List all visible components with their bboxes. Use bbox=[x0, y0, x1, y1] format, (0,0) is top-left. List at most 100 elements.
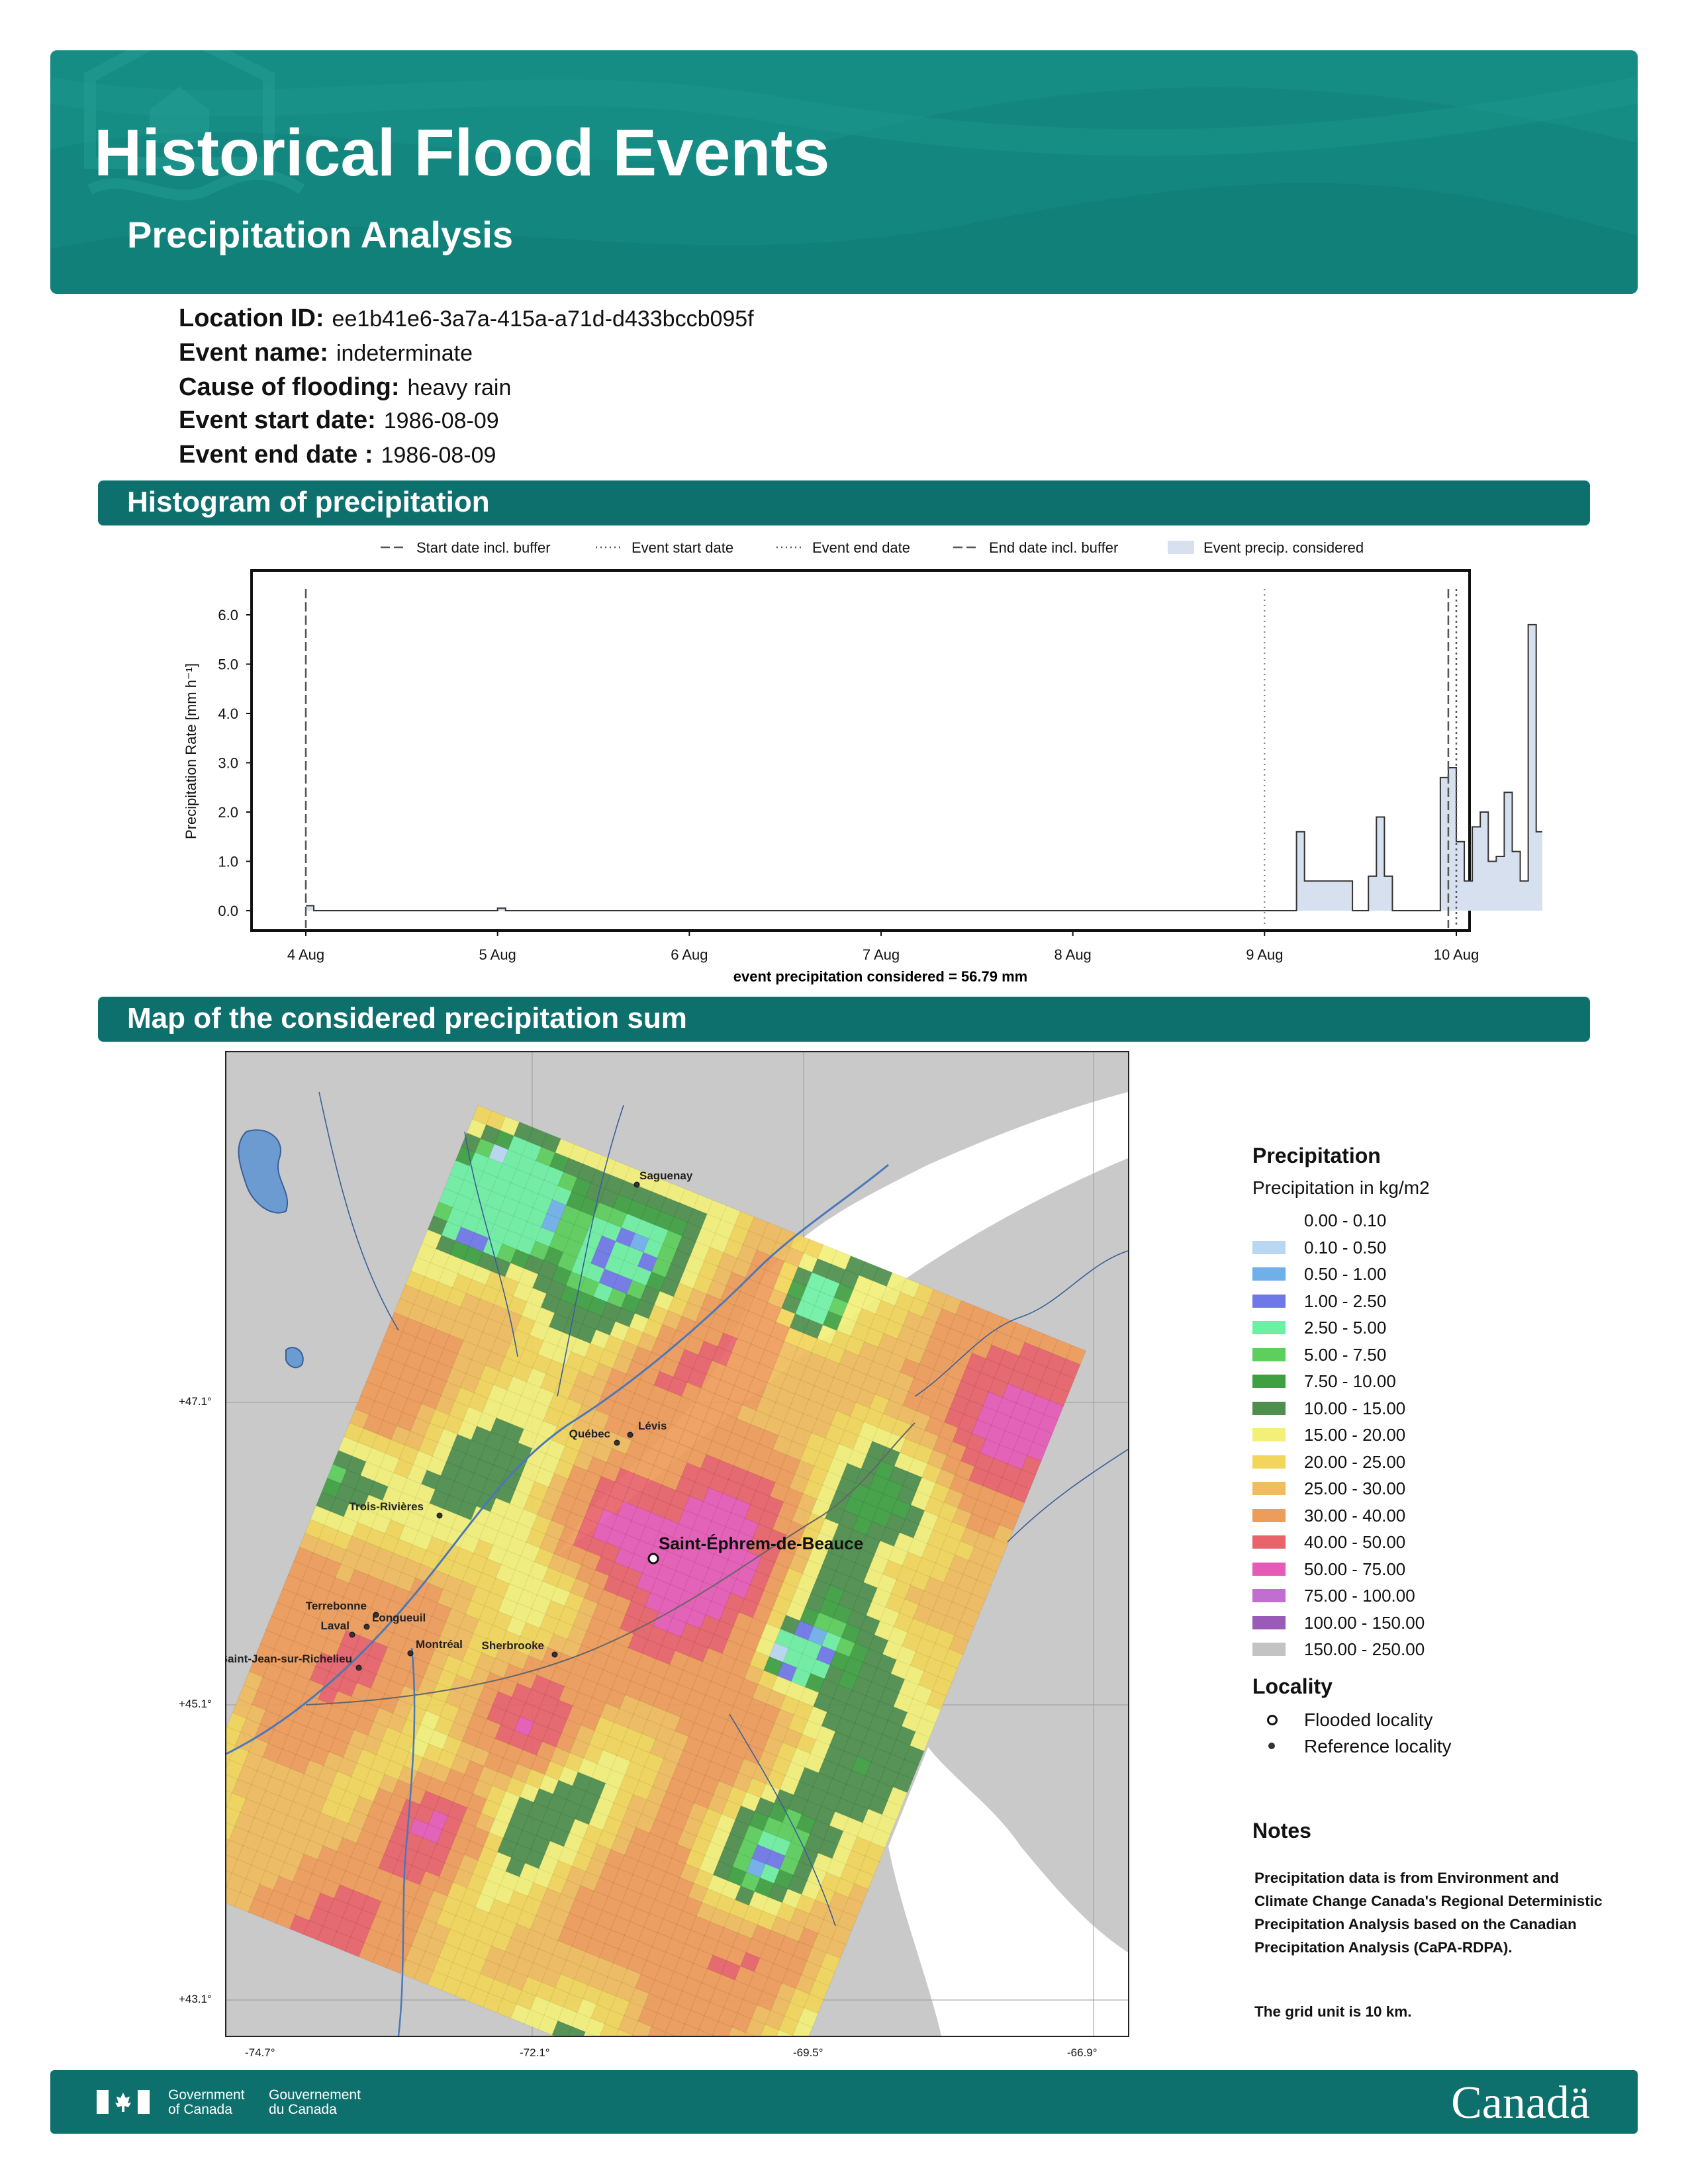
x-tick-label: 4 Aug bbox=[287, 946, 324, 963]
reference-locality-marker bbox=[627, 1432, 633, 1438]
city-label: Québec bbox=[569, 1428, 610, 1440]
city-label: Saint-Jean-sur-Richelieu bbox=[226, 1653, 352, 1665]
legend-swatch bbox=[1252, 1508, 1286, 1522]
y-axis-label: Precipitation Rate [mm h⁻¹] bbox=[183, 663, 199, 839]
legend-label: Event end date bbox=[812, 539, 910, 556]
info-value: indeterminate bbox=[336, 341, 473, 366]
notes-grid-text: The grid unit is 10 km. bbox=[1254, 2003, 1412, 2020]
legend-title: Precipitation bbox=[1252, 1144, 1381, 1167]
lake bbox=[238, 1129, 288, 1214]
legend-class-label: 0.50 - 1.00 bbox=[1304, 1264, 1387, 1284]
lake bbox=[285, 1347, 304, 1369]
x-tick-label: 7 Aug bbox=[863, 946, 900, 963]
legend-swatch bbox=[1252, 1321, 1286, 1334]
reference-locality-marker bbox=[407, 1650, 414, 1657]
legend-swatch bbox=[1252, 1482, 1286, 1495]
map-lon-label: -74.7° bbox=[245, 2046, 275, 2059]
x-tick-label: 10 Aug bbox=[1434, 946, 1479, 963]
city-label: Terrebonne bbox=[306, 1600, 367, 1612]
gouvernement-du-canada-label: Gouvernement du Canada bbox=[269, 2087, 361, 2117]
legend-class-row: 5.00 - 7.50 bbox=[1252, 1342, 1623, 1369]
info-cause: Cause of flooding: heavy rain bbox=[179, 373, 511, 402]
legend-swatch bbox=[1252, 1375, 1286, 1388]
bay-of-fundy-water bbox=[888, 1747, 1128, 2036]
legend-class-row: 150.00 - 250.00 bbox=[1252, 1637, 1623, 1664]
city-label: Saint-Éphrem-de-Beauce bbox=[659, 1533, 863, 1553]
section-title: Map of the considered precipitation sum bbox=[127, 1002, 687, 1034]
legend-swatch bbox=[1252, 1294, 1286, 1308]
legend-class-label: 7.50 - 10.00 bbox=[1304, 1371, 1396, 1391]
legend-class-row: 1.00 - 2.50 bbox=[1252, 1289, 1623, 1316]
info-value: heavy rain bbox=[407, 375, 512, 400]
y-tick-label: 3.0 bbox=[218, 755, 238, 772]
map-lat-label: +47.1° bbox=[179, 1395, 212, 1408]
locality-title: Locality bbox=[1252, 1674, 1333, 1698]
y-tick-label: 4.0 bbox=[218, 705, 238, 722]
info-key: Event name: bbox=[179, 339, 328, 367]
section-histogram-header: Histogram of precipitation bbox=[98, 480, 1590, 525]
legend-label: Start date incl. buffer bbox=[416, 539, 551, 556]
filled-dot-icon bbox=[1268, 1742, 1275, 1749]
section-map-header: Map of the considered precipitation sum bbox=[98, 997, 1590, 1042]
legend-class-label: 15.00 - 20.00 bbox=[1304, 1425, 1406, 1445]
precipitation-map: Saguenay Lévis Québec Trois-Rivières Saint-É… bbox=[225, 1051, 1129, 2037]
reference-locality-marker bbox=[349, 1631, 355, 1638]
section-title: Histogram of precipitation bbox=[127, 486, 490, 518]
info-value: 1986-08-09 bbox=[381, 443, 496, 468]
notes-text: Precipitation data is from Environment a… bbox=[1254, 1870, 1603, 1956]
legend-swatch bbox=[1252, 1615, 1286, 1629]
reference-locality-marker bbox=[614, 1439, 620, 1446]
map-legend: Precipitation Precipitation in kg/m2 0.0… bbox=[1252, 1144, 1623, 1761]
y-tick-label: 1.0 bbox=[218, 854, 238, 870]
map-lon-label: -66.9° bbox=[1067, 2046, 1098, 2059]
y-tick-label: 2.0 bbox=[218, 804, 238, 821]
legend-class-label: 100.00 - 150.00 bbox=[1304, 1612, 1425, 1633]
map-lon-label: -69.5° bbox=[793, 2046, 823, 2059]
legend-swatch bbox=[1252, 1455, 1286, 1469]
legend-class-label: 0.00 - 0.10 bbox=[1304, 1210, 1387, 1230]
legend-class-label: 20.00 - 25.00 bbox=[1304, 1451, 1406, 1472]
legend-swatch bbox=[1252, 1267, 1286, 1281]
legend-class-label: 1.00 - 2.50 bbox=[1304, 1291, 1387, 1311]
legend-class-row: 15.00 - 20.00 bbox=[1252, 1422, 1623, 1449]
legend-class-label: 25.00 - 30.00 bbox=[1304, 1479, 1406, 1498]
open-circle-icon bbox=[1267, 1714, 1278, 1725]
legend-class-label: 30.00 - 40.00 bbox=[1304, 1505, 1406, 1525]
info-start-date: Event start date: 1986-08-09 bbox=[179, 406, 499, 435]
locality-label: Reference locality bbox=[1304, 1735, 1452, 1756]
legend-class-row: 2.50 - 5.00 bbox=[1252, 1315, 1623, 1342]
legend-locality-flooded: Flooded locality bbox=[1252, 1708, 1623, 1735]
info-key: Event end date : bbox=[179, 441, 373, 469]
reference-locality-marker bbox=[363, 1623, 370, 1630]
legend-label: Event start date bbox=[632, 539, 733, 556]
legend-class-label: 0.10 - 0.50 bbox=[1304, 1237, 1387, 1257]
notes-title: Notes bbox=[1252, 1819, 1311, 1843]
footer-bar: Government of Canada Gouvernement du Can… bbox=[50, 2070, 1638, 2134]
legend-classes: 0.00 - 0.10 0.10 - 0.50 0.50 - 1.00 1.00 - … bbox=[1252, 1208, 1623, 1664]
page-subtitle: Precipitation Analysis bbox=[127, 214, 513, 255]
city-label: Montréal bbox=[416, 1638, 463, 1651]
chart-legend: Start date incl. buffer Event start date E… bbox=[381, 539, 1364, 556]
legend-class-label: 75.00 - 100.00 bbox=[1304, 1586, 1415, 1606]
locality-label: Flooded locality bbox=[1304, 1709, 1433, 1730]
x-tick-label: 6 Aug bbox=[671, 946, 708, 963]
map-lat-label: +45.1° bbox=[179, 1698, 212, 1710]
legend-label: End date incl. buffer bbox=[989, 539, 1118, 556]
reference-locality-marker bbox=[436, 1512, 443, 1519]
legend-class-label: 150.00 - 250.00 bbox=[1304, 1639, 1425, 1659]
legend-swatch bbox=[1252, 1401, 1286, 1415]
reference-locality-marker bbox=[633, 1181, 640, 1188]
city-label: Laval bbox=[321, 1619, 350, 1632]
canada-wordmark: Canadä bbox=[1451, 2077, 1590, 2128]
legend-class-label: 40.00 - 50.00 bbox=[1304, 1532, 1406, 1552]
city-label: Longueuil bbox=[372, 1612, 426, 1624]
y-tick-label: 6.0 bbox=[218, 607, 238, 623]
flooded-locality-marker bbox=[647, 1553, 659, 1565]
legend-class-row: 0.00 - 0.10 bbox=[1252, 1208, 1623, 1235]
info-key: Event start date: bbox=[179, 406, 376, 434]
legend-class-row: 30.00 - 40.00 bbox=[1252, 1503, 1623, 1530]
legend-class-row: 10.00 - 15.00 bbox=[1252, 1396, 1623, 1423]
city-label: Sherbrooke bbox=[482, 1639, 544, 1652]
x-axis-label: event precipitation considered = 56.79 m… bbox=[733, 968, 1027, 985]
map-canvas: Saguenay Lévis Québec Trois-Rivières Saint-É… bbox=[226, 1052, 1128, 2036]
